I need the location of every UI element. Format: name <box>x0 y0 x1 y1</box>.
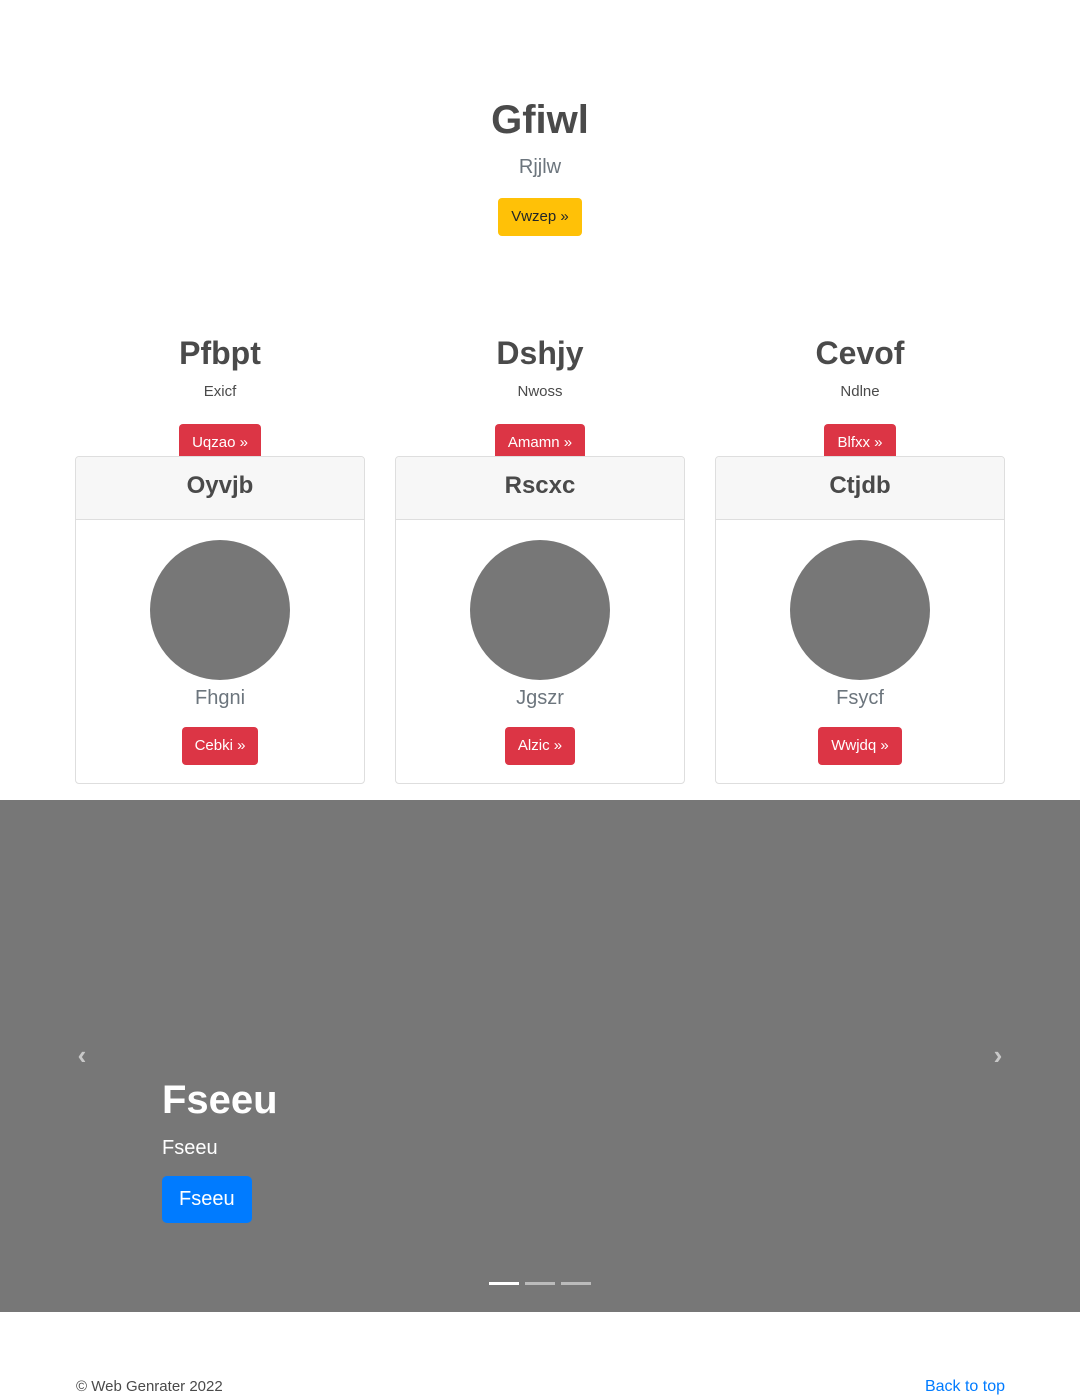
carousel-indicators <box>489 1282 591 1286</box>
card-button[interactable]: Wwjdq » <box>818 727 902 765</box>
profile-card: Oyvjb Fhgni Cebki » <box>75 456 365 784</box>
carousel-text: Fseeu <box>162 1137 218 1159</box>
card-name: Jgszr <box>516 687 564 709</box>
chevron-left-icon[interactable]: ‹ <box>70 1042 94 1068</box>
carousel-title: Fseeu <box>162 1078 278 1122</box>
carousel: ‹ › Fseeu Fseeu Fseeu <box>0 800 1080 1312</box>
card-name: Fsycf <box>836 687 884 709</box>
hero-section: Gfiwl Rjjlw Vwzep » <box>0 0 1080 310</box>
feature-column: Dshjy Nwoss Amamn » <box>395 330 685 462</box>
feature-column: Cevof Ndlne Blfxx » <box>715 330 1005 462</box>
card-button[interactable]: Cebki » <box>181 727 259 765</box>
feature-description: Nwoss <box>517 383 563 400</box>
profile-card: Ctjdb Fsycf Wwjdq » <box>715 456 1005 784</box>
feature-column: Pfbpt Exicf Uqzao » <box>75 330 365 462</box>
feature-description: Ndlne <box>840 383 880 400</box>
back-to-top-link[interactable]: Back to top <box>925 1378 1005 1396</box>
card-header: Ctjdb <box>716 457 1004 520</box>
profile-card: Rscxc Jgszr Alzic » <box>395 456 685 784</box>
carousel-caption: Fseeu Fseeu Fseeu <box>162 1074 278 1223</box>
carousel-button[interactable]: Fseeu <box>162 1176 252 1223</box>
card-header: Oyvjb <box>76 457 364 520</box>
feature-title: Cevof <box>815 335 905 371</box>
card-button[interactable]: Alzic » <box>504 727 576 765</box>
avatar <box>150 540 290 680</box>
avatar <box>470 540 610 680</box>
avatar <box>790 540 930 680</box>
carousel-indicator[interactable] <box>561 1282 591 1285</box>
footer-copyright: © Web Genrater 2022 <box>76 1378 223 1395</box>
card-header: Rscxc <box>396 457 684 520</box>
feature-title: Pfbpt <box>179 335 261 371</box>
hero-title: Gfiwl <box>491 98 589 142</box>
carousel-indicator[interactable] <box>489 1282 519 1285</box>
hero-subtitle: Rjjlw <box>518 156 562 178</box>
chevron-right-icon[interactable]: › <box>986 1042 1010 1068</box>
feature-title: Dshjy <box>496 335 584 371</box>
card-name: Fhgni <box>194 687 246 709</box>
feature-description: Exicf <box>203 383 237 400</box>
carousel-indicator[interactable] <box>525 1282 555 1285</box>
hero-button[interactable]: Vwzep » <box>498 198 582 236</box>
